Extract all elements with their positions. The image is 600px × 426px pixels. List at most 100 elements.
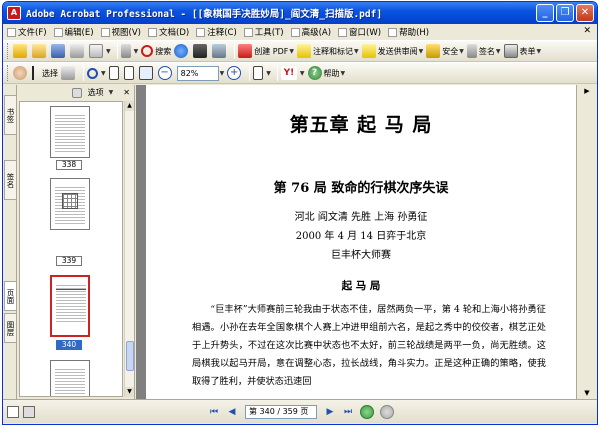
toolbar-grip[interactable]	[7, 43, 10, 59]
create-pdf-label: 创建 PDF	[254, 46, 289, 56]
document-scrollbar[interactable]: ▶ ▼	[576, 85, 597, 399]
create-new-button[interactable]	[13, 42, 29, 60]
zoom-out-button[interactable]: −	[157, 64, 174, 82]
page-thumbnail-339[interactable]	[50, 178, 90, 230]
toolbar-grip[interactable]	[7, 65, 10, 81]
tab-layers[interactable]: 图层	[4, 313, 16, 343]
next-page-icon[interactable]: ▶	[323, 405, 337, 419]
thumbnail-scrollbar[interactable]: ▲ ▼	[124, 101, 134, 397]
tab-signatures[interactable]: 签名	[4, 160, 16, 200]
menu-advanced-label: 高级(A)	[301, 28, 332, 38]
close-button[interactable]: ✕	[576, 4, 594, 22]
toolbar-separator	[234, 43, 236, 59]
print-button[interactable]	[70, 42, 86, 60]
zoom-dropdown-icon[interactable]: ▼	[220, 70, 225, 77]
scroll-up-icon[interactable]: ▲	[125, 101, 134, 111]
previous-view-icon[interactable]	[360, 404, 374, 419]
zoom-tool-dropdown-icon: ▼	[101, 69, 106, 77]
comment-icon	[297, 44, 312, 58]
scroll-thumb[interactable]	[126, 341, 134, 371]
zoom-tool-button[interactable]: ▼	[87, 64, 106, 82]
yahoo-dropdown-icon: ▼	[299, 69, 305, 77]
page-number-input[interactable]: 第 340 / 359 页	[245, 404, 317, 419]
attach-button[interactable]: ▼	[120, 42, 139, 60]
fit-width-button[interactable]	[138, 64, 155, 82]
scroll-down-icon[interactable]: ▼	[577, 387, 597, 399]
menu-comments[interactable]: 注释(C)	[196, 26, 237, 38]
menu-advanced[interactable]: 高级(A)	[290, 26, 332, 38]
page-thumbnail-341[interactable]	[50, 360, 90, 396]
binoculars-button[interactable]	[193, 42, 209, 60]
snapshot-button[interactable]	[61, 64, 77, 82]
first-page-icon[interactable]: ⏮	[207, 405, 221, 419]
page-layout-continuous-icon[interactable]	[23, 405, 35, 418]
scroll-up-icon[interactable]: ▶	[577, 85, 597, 97]
zoom-in-icon: +	[227, 66, 242, 80]
hand-tool-button[interactable]	[13, 64, 29, 82]
opening-heading: 起 马 局	[341, 280, 381, 292]
actual-size-button[interactable]	[108, 64, 121, 82]
menu-file[interactable]: 文件(F)	[7, 26, 47, 38]
page-thumbnail-338[interactable]	[50, 106, 90, 158]
read-icon	[212, 44, 227, 58]
players-line: 河北 阎文清 先胜 上海 孙勇征	[294, 212, 428, 223]
zoom-out-icon: −	[157, 66, 172, 80]
fit-page-button[interactable]	[123, 64, 136, 82]
comment-markup-button[interactable]: 注释和标记 ▼	[297, 42, 359, 60]
secure-button[interactable]: 安全 ▼	[426, 42, 464, 60]
email-button[interactable]: ▼	[89, 42, 111, 60]
page-thumbnail-340[interactable]	[50, 275, 90, 337]
yahoo-button[interactable]: Y! ▼	[280, 64, 305, 82]
tab-bookmarks[interactable]: 书签	[4, 95, 16, 135]
minimize-button[interactable]: _	[536, 4, 554, 22]
search-button[interactable]: 搜索	[141, 42, 171, 60]
sign-dropdown-icon: ▼	[495, 47, 501, 55]
help-button[interactable]: ? 帮助 ▼	[307, 64, 346, 82]
panel-close-icon[interactable]: ✕	[123, 88, 130, 97]
tab-pages[interactable]: 页面	[4, 281, 16, 311]
organizer-button[interactable]	[174, 42, 190, 60]
next-view-icon[interactable]	[380, 404, 394, 419]
help-dropdown-icon: ▼	[340, 69, 346, 77]
acrobat-window: A Adobe Acrobat Professional - [[象棋国手决胜妙…	[2, 1, 598, 425]
forms-button[interactable]: 表单 ▼	[503, 42, 542, 60]
create-pdf-button[interactable]: 创建 PDF ▼	[238, 42, 294, 60]
save-icon	[51, 44, 65, 58]
previous-page-icon[interactable]: ◀	[225, 405, 239, 419]
zoom-level-input[interactable]: 82%	[176, 65, 219, 81]
save-button[interactable]	[51, 42, 67, 60]
options-dropdown-icon[interactable]: ▼	[109, 89, 114, 96]
panel-header: 选项 ▼ ✕	[17, 85, 134, 100]
fit-width-icon	[138, 66, 153, 80]
menu-tools[interactable]: 工具(T)	[243, 26, 284, 38]
restore-button[interactable]: ❐	[556, 4, 574, 22]
advanced-menu-icon	[290, 27, 300, 37]
zoom-in-button[interactable]: +	[227, 64, 243, 82]
select-tool-button[interactable]: 选择	[32, 64, 58, 82]
attach-dropdown-icon: ▼	[133, 47, 139, 55]
menu-window[interactable]: 窗口(W)	[338, 26, 381, 38]
menu-help[interactable]: 帮助(H)	[388, 26, 429, 38]
viewport-indicator[interactable]	[56, 289, 86, 290]
acrobat-app-icon[interactable]: A	[7, 6, 21, 20]
edit-menu-icon	[53, 27, 63, 37]
options-menu[interactable]: 选项	[88, 87, 104, 98]
send-review-button[interactable]: 发送供审阅 ▼	[361, 42, 423, 60]
open-button[interactable]	[32, 42, 48, 60]
trash-icon[interactable]	[71, 87, 82, 98]
menu-view[interactable]: 视图(V)	[100, 26, 141, 38]
forms-dropdown-icon: ▼	[536, 47, 542, 55]
menu-edit[interactable]: 编辑(E)	[53, 26, 94, 38]
page-layout-single-icon[interactable]	[7, 405, 19, 418]
secure-dropdown-icon: ▼	[459, 47, 464, 55]
review-label: 发送供审阅	[377, 46, 418, 56]
document-close-icon[interactable]: ✕	[583, 26, 591, 36]
rotate-button[interactable]: ▼	[253, 64, 271, 82]
menu-document[interactable]: 文档(D)	[148, 26, 189, 38]
review-icon	[361, 44, 376, 58]
last-page-icon[interactable]: ⏭	[341, 405, 355, 419]
read-aloud-button[interactable]	[212, 42, 228, 60]
sign-button[interactable]: 签名 ▼	[466, 42, 501, 60]
scroll-down-icon[interactable]: ▼	[125, 387, 134, 397]
document-view: 第五章 起 马 局 第 76 局 致命的行棋次序失误 河北 阎文清 先胜 上海 …	[136, 85, 576, 399]
